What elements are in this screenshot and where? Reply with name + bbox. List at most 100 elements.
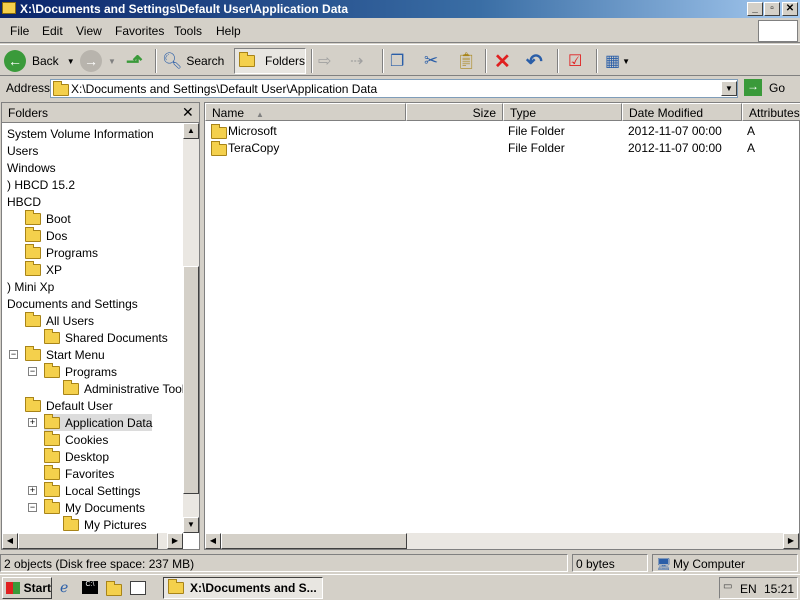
copy-button[interactable]: ❐ <box>390 48 404 74</box>
close-button[interactable]: ✕ <box>782 2 798 16</box>
scroll-left-button[interactable]: ◀ <box>205 533 221 549</box>
tree-item-label: System Volume Information <box>7 126 154 141</box>
tree-item[interactable]: XP <box>25 260 62 278</box>
folder-icon <box>44 362 60 378</box>
h-scroll-thumb[interactable] <box>18 533 158 549</box>
delete-button[interactable]: ✕ <box>494 48 511 74</box>
minimize-button[interactable]: _ <box>747 2 763 16</box>
title-bar[interactable]: X:\Documents and Settings\Default User\A… <box>0 0 800 18</box>
menu-tools[interactable]: Tools <box>174 24 202 38</box>
tree-item[interactable]: My Documents <box>44 498 145 516</box>
h-scroll-thumb[interactable] <box>221 533 407 549</box>
scroll-right-button[interactable]: ▶ <box>167 533 183 549</box>
column-header-date[interactable]: Date Modified <box>622 103 742 121</box>
tree-vertical-scrollbar[interactable]: ▲ ▼ <box>183 123 199 533</box>
tree-item[interactable]: System Volume Information <box>7 125 154 142</box>
tree-item[interactable]: All Users <box>25 311 94 329</box>
menu-help[interactable]: Help <box>216 24 241 38</box>
file-list: Name ▲ Size Type Date Modified Attributes… <box>204 102 800 550</box>
start-button[interactable]: Start <box>2 577 52 599</box>
computer-icon: 🖥︎ <box>656 557 672 571</box>
search-button[interactable]: 🔍︎ Search <box>162 48 224 74</box>
tree-item[interactable]: ) HBCD 15.2 <box>7 176 75 193</box>
copy-to-button[interactable]: ⇢ <box>350 48 363 74</box>
tree-item[interactable]: Shared Documents <box>44 328 168 346</box>
address-input[interactable]: X:\Documents and Settings\Default User\A… <box>50 79 738 98</box>
go-button[interactable]: → Go <box>744 79 785 96</box>
folder-icon <box>25 226 41 242</box>
chevron-down-icon[interactable]: ▼ <box>622 57 630 66</box>
tree-item[interactable]: HBCD <box>7 193 41 210</box>
language-indicator[interactable]: EN <box>740 582 757 596</box>
file-row[interactable]: TeraCopy File Folder 2012-11-07 00:00 A <box>205 140 799 157</box>
tree-item[interactable]: Dos <box>25 226 67 244</box>
menu-view[interactable]: View <box>76 24 102 38</box>
tree-item[interactable]: Favorites <box>44 464 114 482</box>
copy-icon: ❐ <box>390 53 405 70</box>
tree-item[interactable]: Local Settings <box>44 481 140 499</box>
tree-horizontal-scrollbar[interactable]: ◀ ▶ <box>2 533 183 549</box>
paste-button[interactable]: 📋︎ <box>456 48 476 74</box>
scroll-thumb[interactable] <box>183 266 199 494</box>
tree-item[interactable]: Programs <box>44 362 117 380</box>
tree-item[interactable]: Users <box>7 142 38 159</box>
column-header-attributes[interactable]: Attributes <box>742 103 800 121</box>
back-button[interactable]: ← Back ▼ <box>4 48 75 74</box>
network-icon[interactable]: ▭ <box>723 581 732 592</box>
taskbar-window-button[interactable]: X:\Documents and S... <box>163 577 323 599</box>
up-folder-button[interactable]: ⬏ <box>126 48 143 74</box>
folder-icon <box>25 260 41 276</box>
status-size: 0 bytes <box>572 554 648 572</box>
tree-item[interactable]: Start Menu <box>25 345 105 363</box>
list-horizontal-scrollbar[interactable]: ◀ ▶ <box>205 533 799 549</box>
maximize-button[interactable]: ▫ <box>764 2 780 16</box>
address-bar: Address X:\Documents and Settings\Defaul… <box>0 77 800 100</box>
properties-button[interactable]: ☑ <box>568 48 582 74</box>
forward-button[interactable]: → ▼ <box>80 48 116 74</box>
views-button[interactable]: ▦ ▼ <box>605 48 630 74</box>
folder-icon <box>25 396 41 412</box>
close-pane-icon[interactable]: ✕ <box>182 104 194 121</box>
column-header-name[interactable]: Name ▲ <box>205 103 406 121</box>
tree-item[interactable]: Application Data <box>44 413 153 431</box>
tree-item-label: Desktop <box>65 449 110 464</box>
tree-item[interactable]: My Pictures <box>63 515 147 533</box>
tree-expander[interactable]: + <box>28 418 37 427</box>
tree-item[interactable]: Documents and Settings <box>7 295 138 312</box>
tree-item[interactable]: ) Mini Xp <box>7 278 54 295</box>
chevron-down-icon[interactable]: ▼ <box>108 57 116 66</box>
tree-item[interactable]: Boot <box>25 209 71 227</box>
file-row[interactable]: Microsoft File Folder 2012-11-07 00:00 A <box>205 123 799 140</box>
scroll-left-button[interactable]: ◀ <box>2 533 18 549</box>
tree-item[interactable]: Desktop <box>44 447 110 465</box>
address-dropdown-button[interactable]: ▼ <box>721 81 737 96</box>
tree-item[interactable]: Cookies <box>44 430 108 448</box>
move-to-button[interactable]: ⇨ <box>318 48 331 74</box>
explorer-icon[interactable] <box>106 581 122 596</box>
go-label: Go <box>769 80 786 95</box>
tree-item[interactable]: Programs <box>25 243 98 261</box>
tree-expander[interactable]: − <box>28 503 37 512</box>
cut-button[interactable]: ✂ <box>424 48 438 74</box>
tree-expander[interactable]: − <box>28 367 37 376</box>
menu-favorites[interactable]: Favorites <box>115 24 164 38</box>
folders-button[interactable]: Folders <box>234 48 306 74</box>
cmd-icon[interactable]: C:\ <box>82 581 98 594</box>
column-header-type[interactable]: Type <box>503 103 622 121</box>
tree-item[interactable]: Administrative Tools <box>63 379 191 397</box>
tree-expander[interactable]: − <box>9 350 18 359</box>
chevron-down-icon[interactable]: ▼ <box>67 57 75 66</box>
scroll-down-button[interactable]: ▼ <box>183 517 199 533</box>
column-header-size[interactable]: Size <box>406 103 503 121</box>
scroll-up-button[interactable]: ▲ <box>183 123 199 139</box>
tree-item[interactable]: Windows <box>7 159 56 176</box>
scroll-right-button[interactable]: ▶ <box>783 533 799 549</box>
undo-button[interactable]: ↶ <box>526 48 543 74</box>
tree-expander[interactable]: + <box>28 486 37 495</box>
tree-item-label: Administrative Tools <box>84 381 191 396</box>
show-desktop-icon[interactable] <box>130 581 146 595</box>
ie-icon[interactable]: ℯ <box>60 579 68 596</box>
tree-item[interactable]: Default User <box>25 396 113 414</box>
menu-edit[interactable]: Edit <box>42 24 63 38</box>
menu-file[interactable]: File <box>10 24 29 38</box>
